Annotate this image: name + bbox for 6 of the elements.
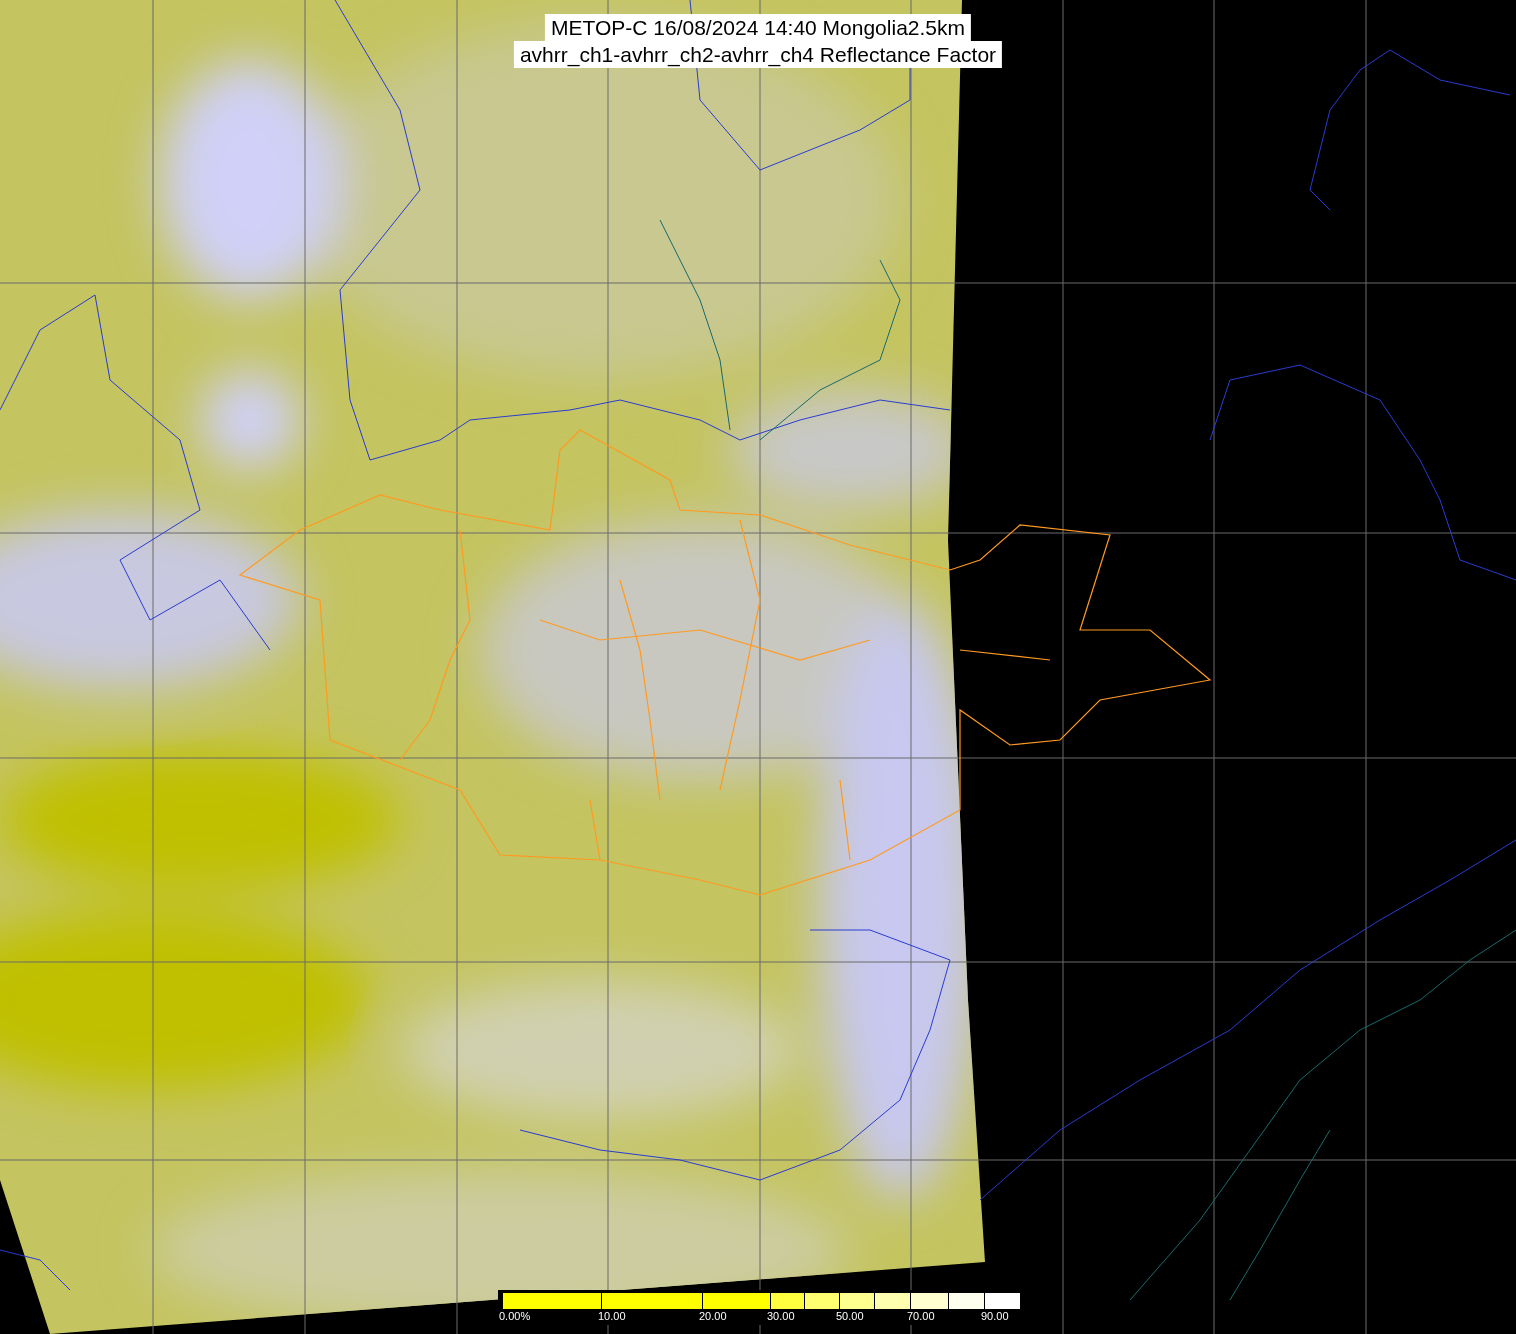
scale-label: 90.00 [981,1309,1010,1323]
scale-label: 30.00 [767,1309,796,1323]
scale-label: 0.00% [499,1309,532,1323]
scale-label: 50.00 [836,1309,865,1323]
map-title: METOP-C 16/08/2024 14:40 Mongolia2.5km avhrr_ch1-avhrr_ch2-avhrr_ch4 Reflectance Factor [513,14,1003,68]
scale-label: 70.00 [907,1309,936,1323]
